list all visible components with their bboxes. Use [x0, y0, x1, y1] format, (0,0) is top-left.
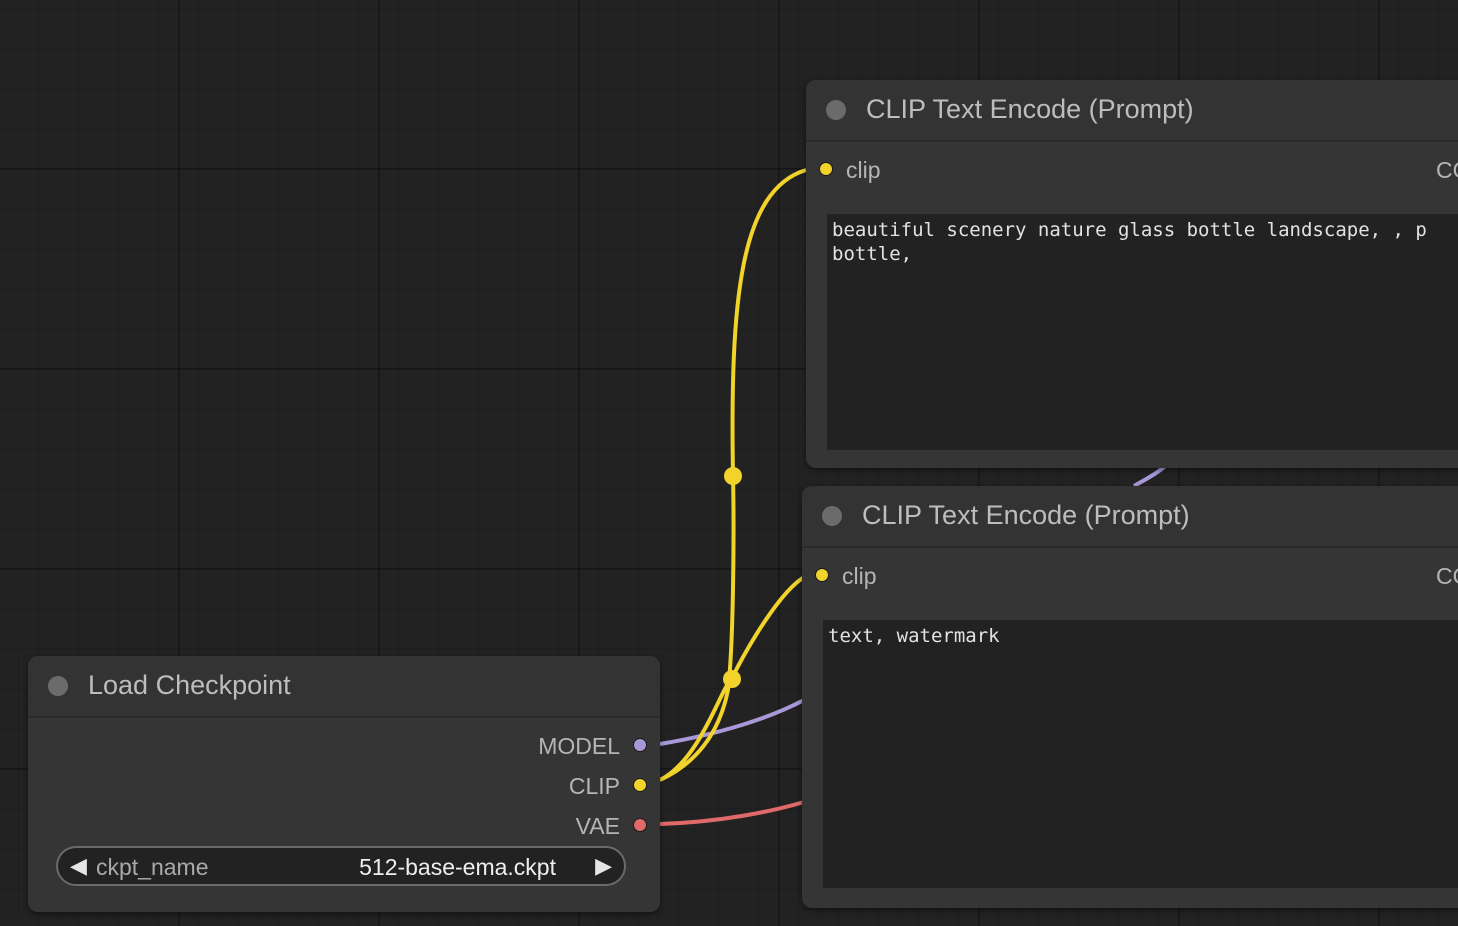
node-collapse-dot[interactable] — [822, 506, 842, 526]
node-title: CLIP Text Encode (Prompt) — [862, 500, 1190, 530]
model-output-label: MODEL — [538, 733, 620, 759]
ckpt-name-value[interactable]: 512-base-ema.ckpt — [359, 854, 556, 881]
prompt-text-area[interactable]: beautiful scenery nature glass bottle la… — [827, 214, 1458, 450]
node-header[interactable]: Load Checkpoint — [28, 656, 660, 718]
clip-output-slot[interactable] — [633, 778, 647, 792]
clip-input-label: clip — [842, 563, 877, 589]
clip-text-encode-negative-node[interactable]: CLIP Text Encode (Prompt) clip CO text, … — [802, 486, 1458, 908]
ckpt-name-combo-widget[interactable]: ◀ ckpt_name 512-base-ema.ckpt ▶ — [56, 846, 626, 886]
clip-input-slot[interactable] — [819, 162, 833, 176]
ckpt-name-label: ckpt_name — [96, 854, 209, 880]
node-collapse-dot[interactable] — [826, 100, 846, 120]
node-header[interactable]: CLIP Text Encode (Prompt) — [802, 486, 1458, 548]
prompt-text-area[interactable]: text, watermark — [823, 620, 1458, 888]
node-title: CLIP Text Encode (Prompt) — [866, 94, 1194, 124]
triangle-right-icon[interactable]: ▶ — [595, 855, 612, 877]
model-link — [659, 698, 805, 746]
clip-output-label: CLIP — [568, 773, 620, 799]
vae-link — [659, 800, 805, 826]
node-header[interactable]: CLIP Text Encode (Prompt) — [806, 80, 1458, 142]
vae-output-slot[interactable] — [633, 818, 647, 832]
conditioning-output-label: CO — [1436, 157, 1458, 183]
clip-text-encode-positive-node[interactable]: CLIP Text Encode (Prompt) clip CO beauti… — [806, 80, 1458, 468]
load-checkpoint-node[interactable]: Load Checkpoint MODEL CLIP VAE ◀ ckpt_na… — [28, 656, 660, 912]
node-collapse-dot[interactable] — [48, 676, 68, 696]
vae-output-label: VAE — [575, 813, 620, 839]
clip-input-slot[interactable] — [815, 568, 829, 582]
clip-input-label: clip — [846, 157, 881, 183]
node-title: Load Checkpoint — [88, 670, 291, 700]
link-midpoint-handle[interactable] — [724, 467, 742, 485]
model-output-slot[interactable] — [633, 738, 647, 752]
triangle-left-icon[interactable]: ◀ — [70, 855, 87, 877]
conditioning-output-label: CO — [1436, 563, 1458, 589]
link-midpoint-handle[interactable] — [723, 670, 741, 688]
node-graph-canvas[interactable]: CLIP Text Encode (Prompt) clip CO beauti… — [0, 0, 1458, 926]
